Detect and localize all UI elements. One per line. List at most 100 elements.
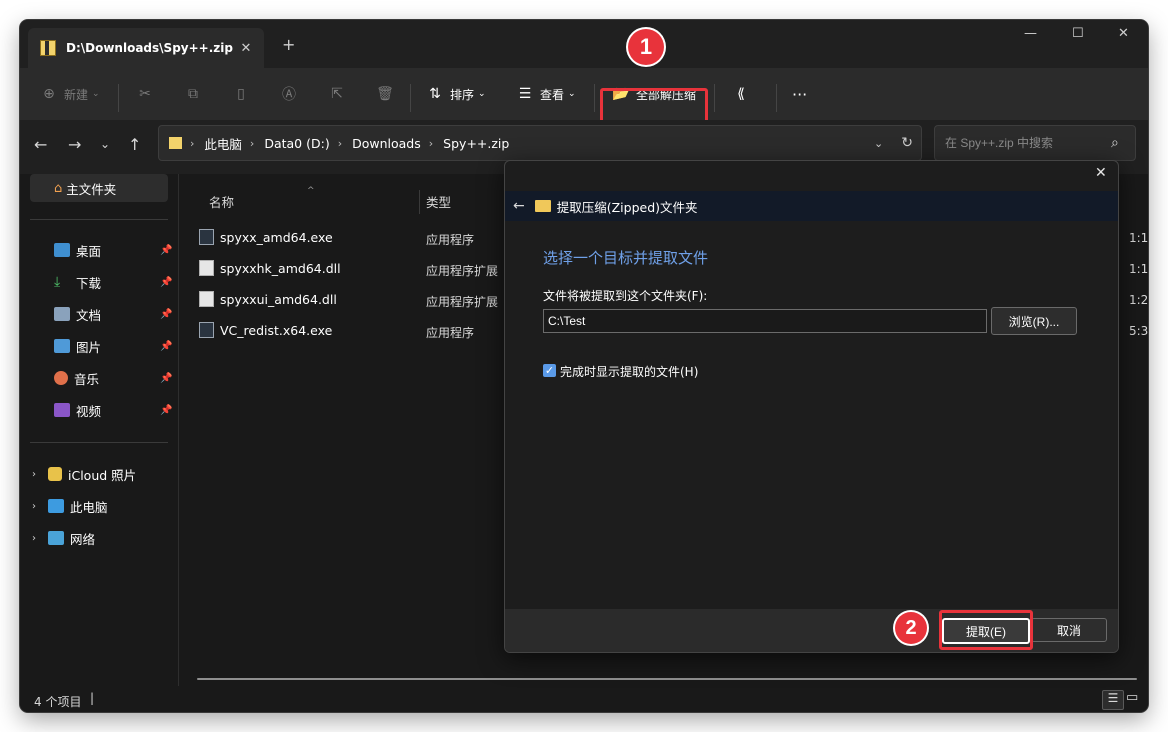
toolbar-divider: [118, 84, 119, 112]
sidebar-item-icloud[interactable]: › iCloud 照片: [32, 460, 136, 488]
file-row[interactable]: spyxx_amd64.exe: [199, 225, 333, 249]
destination-label: 文件将被提取到这个文件夹(F):: [543, 289, 708, 303]
sidebar-item-label: 音乐: [74, 371, 100, 387]
pin-icon[interactable]: 📌: [160, 277, 172, 288]
maximize-icon[interactable]: ☐: [1072, 26, 1084, 41]
sort-label: 排序: [450, 87, 475, 102]
recent-dropdown-icon[interactable]: ⌄: [100, 137, 110, 151]
breadcrumb-zip[interactable]: Spy++.zip: [443, 136, 509, 151]
tab-title: D:\Downloads\Spy++.zip: [66, 41, 233, 55]
share-button[interactable]: ⇱: [328, 78, 346, 110]
toolbar-divider: [714, 84, 715, 112]
pin-icon[interactable]: 📌: [160, 341, 172, 352]
copy-button[interactable]: ⧉: [184, 78, 202, 110]
column-header-type[interactable]: 类型: [426, 192, 451, 211]
browse-button[interactable]: 浏览(R)...: [991, 307, 1077, 335]
sidebar-item-desktop[interactable]: 桌面: [54, 236, 101, 264]
close-window-icon[interactable]: ✕: [1118, 26, 1129, 41]
file-row[interactable]: spyxxhk_amd64.dll: [199, 256, 341, 280]
sidebar-item-label: 图片: [76, 339, 102, 355]
refresh-icon[interactable]: ↻: [901, 135, 913, 151]
sidebar-item-pictures[interactable]: 图片: [54, 332, 101, 360]
up-arrow-icon[interactable]: ↑: [128, 135, 141, 154]
pin-icon[interactable]: 📌: [160, 373, 172, 384]
videos-icon: [54, 403, 70, 417]
destination-path-input[interactable]: [543, 309, 987, 333]
file-row[interactable]: spyxxui_amd64.dll: [199, 287, 337, 311]
show-files-label[interactable]: 完成时显示提取的文件(H): [560, 363, 698, 380]
rename-button[interactable]: Ⓐ: [280, 78, 298, 110]
cancel-button[interactable]: 取消: [1031, 618, 1107, 642]
file-type: 应用程序扩展: [426, 295, 499, 309]
rename-icon: Ⓐ: [282, 87, 296, 103]
step-2-badge: 2: [895, 612, 927, 644]
cut-button[interactable]: ✂: [136, 78, 154, 110]
paste-button[interactable]: ▯: [232, 78, 250, 110]
computer-icon: [48, 499, 64, 513]
address-bar[interactable]: › 此电脑 › Data0 (D:) › Downloads › Spy++.z…: [158, 125, 922, 161]
chevron-right-icon[interactable]: ›: [32, 501, 36, 512]
dll-file-icon: [199, 260, 214, 276]
forward-arrow-icon[interactable]: →: [68, 135, 81, 154]
item-count: 4 个项目: [34, 695, 82, 709]
file-row[interactable]: VC_redist.x64.exe: [199, 318, 332, 342]
sidebar-item-this-pc[interactable]: › 此电脑: [32, 492, 108, 520]
file-type: 应用程序: [426, 233, 475, 247]
step-1-badge: 1: [628, 29, 664, 65]
sidebar-divider: [30, 442, 168, 443]
download-icon: ⤓: [54, 274, 61, 290]
sidebar-item-label: 主文件夹: [66, 181, 117, 197]
chevron-right-icon[interactable]: ›: [32, 469, 36, 480]
pin-icon[interactable]: 📌: [160, 245, 172, 256]
sidebar-item-home[interactable]: ⌂ 主文件夹: [30, 174, 168, 202]
address-dropdown-icon[interactable]: ⌄: [874, 137, 883, 150]
details-view-icon[interactable]: ☰: [1102, 690, 1124, 710]
sidebar-item-documents[interactable]: 文档: [54, 300, 101, 328]
toolbar-divider: [594, 84, 595, 112]
column-header-name[interactable]: 名称: [209, 192, 234, 211]
more-options-button[interactable]: ···: [792, 78, 807, 110]
breadcrumb-downloads[interactable]: Downloads: [352, 136, 421, 151]
zip-folder-icon: [169, 137, 182, 149]
share-icon: ⇱: [331, 86, 343, 102]
back-arrow-icon[interactable]: ←: [34, 135, 47, 154]
dll-file-icon: [199, 291, 214, 307]
sidebar-item-downloads[interactable]: ⤓ 下载: [54, 268, 101, 296]
command-bar: ⊕ 新建 ⌄ ✂ ⧉ ▯ Ⓐ ⇱ 🗑 ⇅ 排序 ⌄ ☰ 查看 ⌄ 📂 全部解压缩…: [20, 68, 1148, 128]
new-tab-button[interactable]: +: [282, 35, 295, 54]
home-icon: ⌂: [54, 180, 63, 196]
view-button[interactable]: ☰ 查看 ⌄: [516, 78, 576, 110]
dialog-close-icon[interactable]: ✕: [1095, 165, 1107, 181]
chevron-down-icon: ⌄: [478, 89, 486, 99]
tab-spy-zip[interactable]: D:\Downloads\Spy++.zip ✕: [28, 28, 264, 68]
search-icon[interactable]: ⌕: [1111, 135, 1119, 151]
sidebar-item-videos[interactable]: 视频: [54, 396, 101, 424]
pin-icon[interactable]: 📌: [160, 309, 172, 320]
pin-icon[interactable]: 📌: [160, 405, 172, 416]
sidebar-divider: [30, 219, 168, 220]
horizontal-scrollbar[interactable]: [197, 678, 1137, 680]
tiles-view-icon[interactable]: ▭: [1126, 690, 1138, 705]
sidebar-item-network[interactable]: › 网络: [32, 524, 95, 552]
breadcrumb-this-pc[interactable]: 此电脑: [204, 134, 242, 153]
search-input[interactable]: [943, 135, 1107, 151]
breadcrumb-drive[interactable]: Data0 (D:): [264, 136, 329, 151]
file-type: 应用程序: [426, 326, 475, 340]
delete-button[interactable]: 🗑: [376, 78, 394, 110]
dialog-back-icon[interactable]: ←: [513, 198, 525, 214]
close-tab-icon[interactable]: ✕: [236, 41, 256, 56]
search-box[interactable]: ⌕: [934, 125, 1136, 161]
sort-button[interactable]: ⇅ 排序 ⌄: [426, 78, 486, 110]
status-separator: |: [90, 691, 95, 705]
new-button[interactable]: ⊕ 新建 ⌄: [40, 78, 99, 110]
icloud-photos-icon: [48, 467, 62, 481]
breadcrumb-separator: ›: [428, 136, 434, 150]
file-explorer-window: D:\Downloads\Spy++.zip ✕ + — ☐ ✕ ⊕ 新建 ⌄ …: [20, 20, 1148, 712]
breadcrumb-separator: ›: [190, 136, 195, 150]
show-files-checkbox[interactable]: ✓: [543, 364, 556, 377]
compress-button[interactable]: ⟪: [732, 78, 750, 110]
minimize-icon[interactable]: —: [1024, 26, 1037, 41]
sidebar-item-music[interactable]: 音乐: [54, 364, 99, 392]
chevron-right-icon[interactable]: ›: [32, 533, 36, 544]
sidebar-item-label: 下载: [76, 275, 102, 291]
